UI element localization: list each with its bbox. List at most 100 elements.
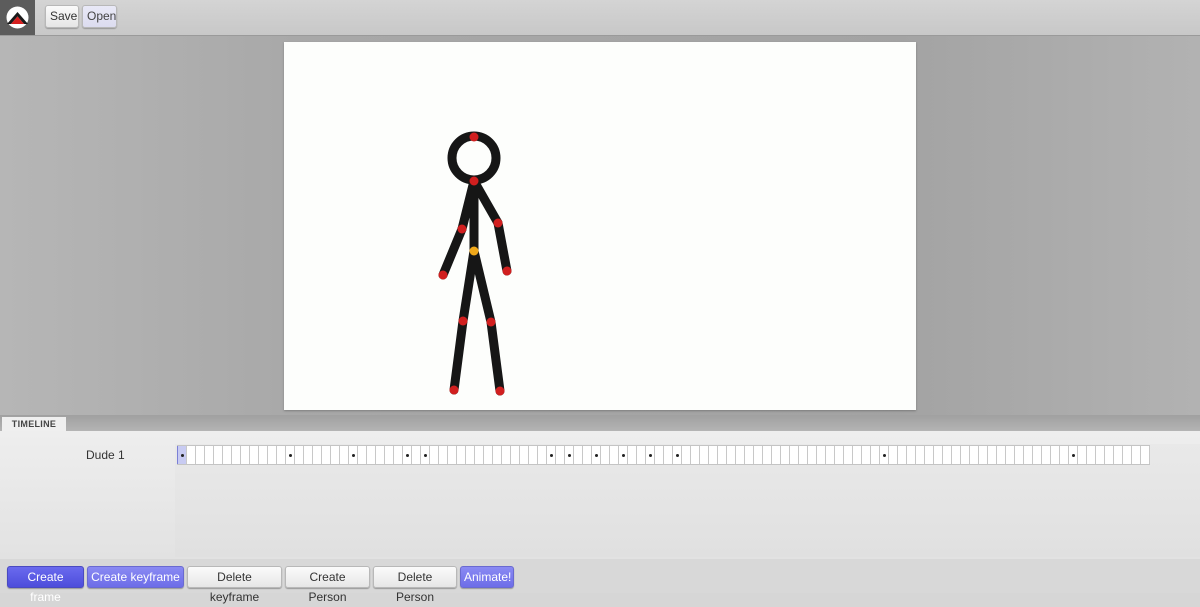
frame-cell[interactable] [780, 446, 789, 464]
frame-cell[interactable] [582, 446, 591, 464]
frame-cell[interactable] [294, 446, 303, 464]
frame-cell[interactable] [1095, 446, 1104, 464]
keyframe-cell[interactable] [879, 446, 888, 464]
frame-cell[interactable] [906, 446, 915, 464]
frame-cell[interactable] [1131, 446, 1140, 464]
frame-cell[interactable] [411, 446, 420, 464]
frame-cell[interactable] [1014, 446, 1023, 464]
frame-cell[interactable] [483, 446, 492, 464]
joint-left-knee[interactable] [458, 316, 468, 326]
frame-cell[interactable] [339, 446, 348, 464]
frame-cell[interactable] [726, 446, 735, 464]
frame-cell[interactable] [807, 446, 816, 464]
frame-cell[interactable] [303, 446, 312, 464]
frame-cell[interactable] [996, 446, 1005, 464]
keyframe-cell[interactable] [591, 446, 600, 464]
frame-cell[interactable] [843, 446, 852, 464]
frame-cell[interactable] [240, 446, 249, 464]
frame-cell[interactable] [933, 446, 942, 464]
frame-cell[interactable] [519, 446, 528, 464]
open-button[interactable]: Open [82, 5, 117, 28]
keyframe-cell[interactable] [348, 446, 357, 464]
frame-cell[interactable] [528, 446, 537, 464]
frame-cell[interactable] [852, 446, 861, 464]
animate-button[interactable]: Animate! [460, 566, 514, 588]
frame-cell[interactable] [735, 446, 744, 464]
frame-cell[interactable] [447, 446, 456, 464]
frame-cell[interactable] [1077, 446, 1086, 464]
joint-neck[interactable] [469, 176, 479, 186]
frame-cell[interactable] [492, 446, 501, 464]
keyframe-cell[interactable] [564, 446, 573, 464]
frame-cell[interactable] [663, 446, 672, 464]
frame-cell[interactable] [222, 446, 231, 464]
animation-canvas[interactable] [284, 42, 916, 410]
frame-cell[interactable] [357, 446, 366, 464]
frame-cell[interactable] [861, 446, 870, 464]
frame-cell[interactable] [474, 446, 483, 464]
frame-cell[interactable] [897, 446, 906, 464]
create-person-button[interactable]: Create Person [285, 566, 370, 604]
create-frame-button[interactable]: Create frame [7, 566, 84, 604]
frame-cell[interactable] [1113, 446, 1122, 464]
frame-cell[interactable] [915, 446, 924, 464]
joint-right-foot[interactable] [495, 386, 505, 396]
frame-cell[interactable] [627, 446, 636, 464]
frame-cell[interactable] [888, 446, 897, 464]
frame-cell[interactable] [960, 446, 969, 464]
frame-cell[interactable] [1005, 446, 1014, 464]
keyframe-cell[interactable] [420, 446, 429, 464]
frame-cell[interactable] [384, 446, 393, 464]
frame-cell[interactable] [204, 446, 213, 464]
frame-cell[interactable] [195, 446, 204, 464]
joint-right-elbow[interactable] [493, 218, 503, 228]
create-keyframe-button[interactable]: Create keyframe [87, 566, 184, 588]
frame-cell[interactable] [555, 446, 564, 464]
frame-cell[interactable] [465, 446, 474, 464]
keyframe-cell[interactable] [618, 446, 627, 464]
frame-cell[interactable] [501, 446, 510, 464]
frame-cell[interactable] [978, 446, 987, 464]
frame-cell[interactable] [186, 446, 195, 464]
keyframe-cell[interactable] [1068, 446, 1077, 464]
frame-cell[interactable] [834, 446, 843, 464]
frame-cell[interactable] [330, 446, 339, 464]
frame-cell[interactable] [312, 446, 321, 464]
frame-cell[interactable] [276, 446, 285, 464]
frame-cell[interactable] [654, 446, 663, 464]
joint-hip-center[interactable] [469, 246, 479, 256]
frame-cell[interactable] [375, 446, 384, 464]
keyframe-cell[interactable] [672, 446, 681, 464]
save-button[interactable]: Save [45, 5, 79, 28]
frame-cell[interactable] [1140, 446, 1150, 464]
joint-head-top[interactable] [469, 132, 479, 142]
frame-cell[interactable] [942, 446, 951, 464]
tab-timeline[interactable]: TIMELINE [2, 417, 66, 431]
frame-cell[interactable] [951, 446, 960, 464]
frame-cell[interactable] [267, 446, 276, 464]
frame-cell[interactable] [537, 446, 546, 464]
keyframe-cell[interactable] [546, 446, 555, 464]
keyframe-cell[interactable] [645, 446, 654, 464]
frame-cell[interactable] [825, 446, 834, 464]
delete-keyframe-button[interactable]: Delete keyframe [187, 566, 282, 604]
frame-cell[interactable] [789, 446, 798, 464]
frame-cell[interactable] [1032, 446, 1041, 464]
joint-left-foot[interactable] [449, 385, 459, 395]
joint-right-knee[interactable] [486, 317, 496, 327]
frame-cell[interactable] [969, 446, 978, 464]
keyframe-cell[interactable] [402, 446, 411, 464]
frame-cell[interactable] [600, 446, 609, 464]
frame-cell[interactable] [429, 446, 438, 464]
frame-cell[interactable] [816, 446, 825, 464]
frame-cell[interactable] [1041, 446, 1050, 464]
frame-cell[interactable] [1059, 446, 1068, 464]
joint-right-hand[interactable] [502, 266, 512, 276]
frame-cell[interactable] [753, 446, 762, 464]
frame-cell[interactable] [231, 446, 240, 464]
frame-cell[interactable] [708, 446, 717, 464]
frame-cell[interactable] [798, 446, 807, 464]
frame-cell[interactable] [699, 446, 708, 464]
frame-cell[interactable] [744, 446, 753, 464]
joint-left-hand[interactable] [438, 270, 448, 280]
